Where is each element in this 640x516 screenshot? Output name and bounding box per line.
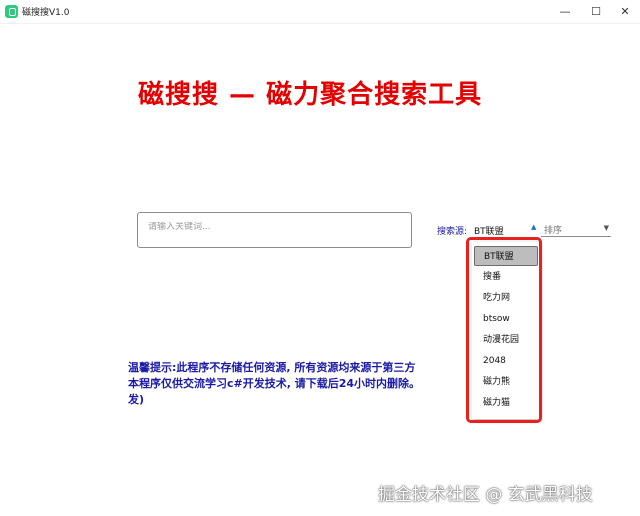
sort-placeholder: 排序 bbox=[544, 226, 563, 236]
dropdown-option[interactable]: 2048 bbox=[474, 351, 538, 371]
dropdown-option[interactable]: 动漫花园 bbox=[474, 330, 538, 350]
source-label: 搜索源: bbox=[437, 227, 468, 237]
close-button[interactable]: ✕ bbox=[610, 0, 640, 22]
app-icon bbox=[5, 5, 18, 18]
notice-line: 本程序仅供交流学习c#开发技术, 请下载后24小时内删除。 bbox=[128, 377, 421, 390]
source-select-value[interactable]: BT联盟 bbox=[474, 224, 504, 237]
caret-up-icon[interactable]: ▲ bbox=[531, 223, 536, 231]
search-field[interactable] bbox=[137, 212, 412, 248]
dropdown-option[interactable]: 磁力熊 bbox=[474, 372, 538, 392]
notice-text: 温馨提示:此程序不存储任何资源, 所有资源均来源于第三方 本程序仅供交流学习c#… bbox=[128, 360, 473, 408]
dropdown-option[interactable]: btsow bbox=[474, 309, 538, 329]
notice-line: 发) bbox=[128, 393, 145, 406]
window-title: 磁搜搜V1.0 bbox=[22, 8, 70, 18]
notice-line: 温馨提示:此程序不存储任何资源, 所有资源均来源于第三方 bbox=[128, 361, 416, 374]
source-dropdown: BT联盟 搜番 吃力网 btsow 动漫花园 2048 磁力熊 磁力猫 bbox=[472, 242, 540, 419]
dropdown-option[interactable]: 搜番 bbox=[474, 267, 538, 287]
dropdown-option[interactable]: 磁力猫 bbox=[474, 393, 538, 413]
caret-down-icon: ▼ bbox=[603, 224, 609, 232]
minimize-button[interactable]: — bbox=[550, 0, 580, 22]
search-input[interactable] bbox=[148, 222, 403, 232]
title-bar: 磁搜搜V1.0 — ☐ ✕ bbox=[0, 0, 640, 24]
dropdown-option[interactable]: BT联盟 bbox=[474, 246, 538, 266]
sort-select[interactable]: 排序 ▼ bbox=[541, 221, 611, 237]
watermark: 掘金技术社区 @ 玄武黑科技 bbox=[378, 485, 593, 505]
dropdown-option[interactable]: 吃力网 bbox=[474, 288, 538, 308]
maximize-button[interactable]: ☐ bbox=[581, 0, 611, 22]
app-banner: 磁搜搜 — 磁力聚合搜索工具 bbox=[138, 80, 483, 110]
